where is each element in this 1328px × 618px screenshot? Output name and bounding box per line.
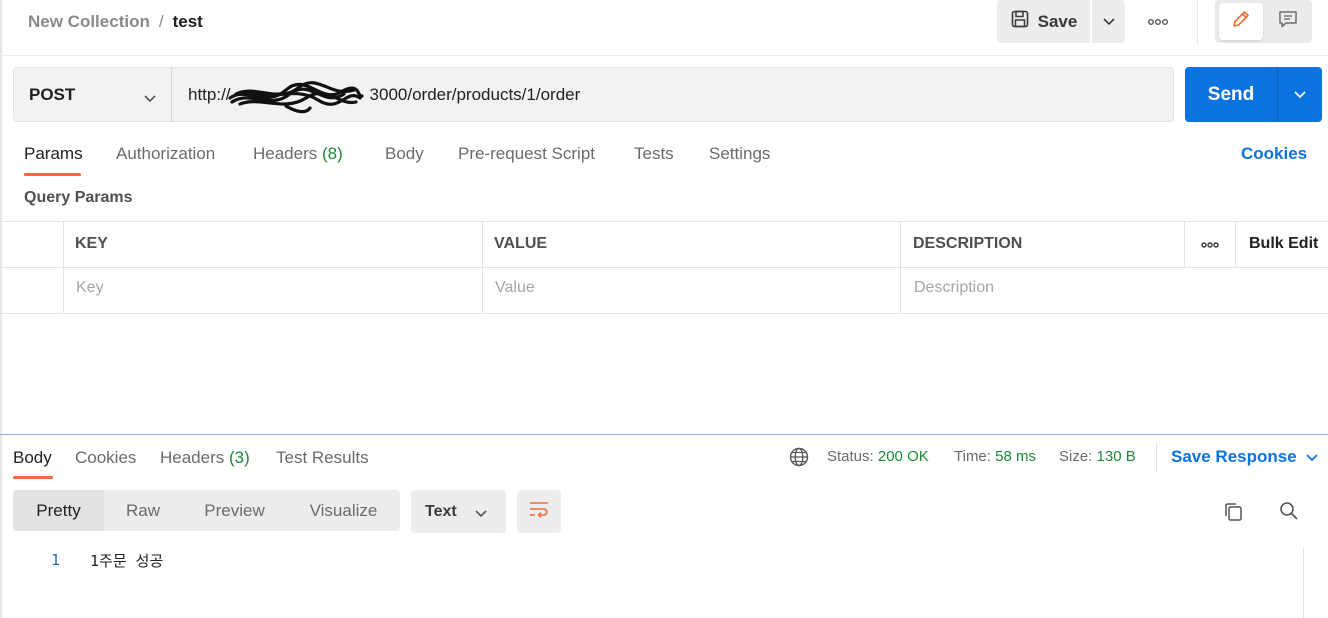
size-value: 130 B — [1096, 448, 1136, 465]
column-header-description: DESCRIPTION — [913, 235, 1023, 252]
response-tab-headers-label: Headers — [160, 448, 225, 467]
breadcrumb: New Collection / test — [28, 10, 203, 34]
breadcrumb-collection[interactable]: New Collection — [28, 12, 150, 32]
description-input[interactable]: Description — [914, 279, 994, 297]
search-icon[interactable] — [1277, 499, 1301, 523]
more-horizontal-icon — [1200, 236, 1220, 254]
response-tab-body[interactable]: Body — [13, 448, 52, 468]
edit-toggle[interactable] — [1219, 3, 1263, 40]
request-name[interactable]: test — [173, 12, 203, 32]
line-number: 1 — [51, 551, 61, 569]
time-label: Time: — [954, 448, 991, 465]
format-label: Text — [425, 502, 457, 520]
pencil-icon — [1230, 8, 1252, 35]
size-readout[interactable]: Size: 130 B — [1059, 448, 1136, 465]
table-column-divider — [1184, 221, 1185, 267]
header-divider — [1197, 0, 1198, 44]
cookies-link[interactable]: Cookies — [1241, 144, 1307, 164]
url-input[interactable]: http:// 3000/order/products/1/order — [171, 67, 1174, 122]
save-options-button[interactable] — [1092, 0, 1125, 43]
response-tab-cookies[interactable]: Cookies — [75, 448, 136, 468]
tab-pre-request-script[interactable]: Pre-request Script — [458, 144, 595, 166]
tab-params[interactable]: Params — [24, 144, 83, 166]
time-readout[interactable]: Time: 58 ms — [954, 448, 1036, 465]
save-response-label: Save Response — [1171, 447, 1297, 466]
redaction-scribble — [228, 81, 364, 114]
send-options-button[interactable] — [1278, 67, 1322, 122]
chevron-down-icon — [143, 88, 157, 108]
table-header-border — [0, 267, 1328, 268]
chevron-down-icon — [1102, 13, 1116, 31]
globe-icon[interactable] — [789, 447, 809, 467]
table-column-divider — [63, 221, 64, 313]
status-value: 200 OK — [877, 448, 929, 465]
active-tab-indicator — [24, 173, 81, 176]
time-value: 58 ms — [995, 448, 1036, 465]
table-border-top — [0, 221, 1328, 222]
column-header-value: VALUE — [494, 235, 548, 252]
active-response-tab-indicator — [13, 476, 53, 479]
chevron-down-icon — [474, 505, 488, 523]
more-actions-button[interactable] — [1141, 12, 1175, 32]
breadcrumb-separator: / — [158, 12, 164, 31]
table-border-bottom — [0, 313, 1328, 314]
view-mode-pretty[interactable]: Pretty — [13, 490, 104, 531]
save-group: Save — [997, 0, 1125, 43]
wrap-lines-button[interactable] — [517, 490, 561, 533]
copy-icon[interactable] — [1222, 500, 1246, 524]
key-input[interactable]: Key — [76, 279, 104, 297]
view-mode-raw[interactable]: Raw — [104, 490, 182, 531]
comments-toggle[interactable] — [1267, 3, 1309, 40]
tab-headers[interactable]: Headers (8) — [253, 144, 343, 166]
column-header-key: KEY — [75, 235, 108, 252]
left-panel-border — [0, 0, 2, 618]
send-button-group: Send — [1185, 67, 1322, 122]
view-mode-preview[interactable]: Preview — [182, 490, 287, 531]
url-prefix: http:// — [188, 84, 231, 104]
save-icon — [1010, 9, 1030, 34]
table-column-divider — [482, 221, 483, 313]
response-header-divider — [1156, 442, 1157, 472]
wrap-lines-icon — [528, 499, 550, 524]
response-body-line[interactable]: 1주문 성공 — [90, 550, 163, 571]
save-label: Save — [1037, 11, 1078, 31]
save-response-button[interactable]: Save Response — [1171, 447, 1319, 467]
response-tab-headers[interactable]: Headers (3) — [160, 448, 250, 468]
send-button[interactable]: Send — [1185, 67, 1277, 122]
method-label: POST — [29, 84, 76, 104]
tab-settings[interactable]: Settings — [709, 144, 770, 166]
comment-icon — [1277, 8, 1299, 35]
response-tab-headers-count: (3) — [229, 448, 250, 467]
view-mode-visualize[interactable]: Visualize — [287, 490, 400, 531]
status-readout[interactable]: Status: 200 OK — [827, 448, 929, 465]
table-column-divider — [900, 221, 901, 313]
view-mode-selector: Pretty Raw Preview Visualize — [13, 490, 400, 531]
tab-headers-count: (8) — [322, 144, 343, 163]
tab-headers-label: Headers — [253, 144, 318, 163]
table-options-button[interactable] — [1198, 238, 1222, 252]
tab-authorization[interactable]: Authorization — [116, 144, 215, 166]
response-tab-test-results[interactable]: Test Results — [276, 448, 369, 468]
response-pane-divider[interactable] — [0, 434, 1328, 435]
chevron-down-icon — [1293, 86, 1307, 104]
more-horizontal-icon — [1147, 13, 1169, 31]
size-label: Size: — [1059, 448, 1093, 465]
format-select[interactable]: Text — [411, 490, 506, 533]
save-button[interactable]: Save — [997, 0, 1090, 43]
query-params-title: Query Params — [24, 189, 133, 206]
bulk-edit-button[interactable]: Bulk Edit — [1249, 235, 1318, 253]
tab-tests[interactable]: Tests — [634, 144, 674, 166]
response-scrollbar-track[interactable] — [1303, 548, 1304, 618]
status-label: Status: — [827, 448, 874, 465]
chevron-down-icon — [1305, 447, 1319, 467]
table-column-divider — [1235, 221, 1236, 267]
url-path: 3000/order/products/1/order — [369, 84, 581, 104]
tab-body[interactable]: Body — [385, 144, 424, 166]
value-input[interactable]: Value — [495, 279, 535, 297]
view-toggle — [1215, 0, 1312, 43]
method-select[interactable]: POST — [13, 67, 172, 122]
header-separator — [0, 55, 1328, 56]
